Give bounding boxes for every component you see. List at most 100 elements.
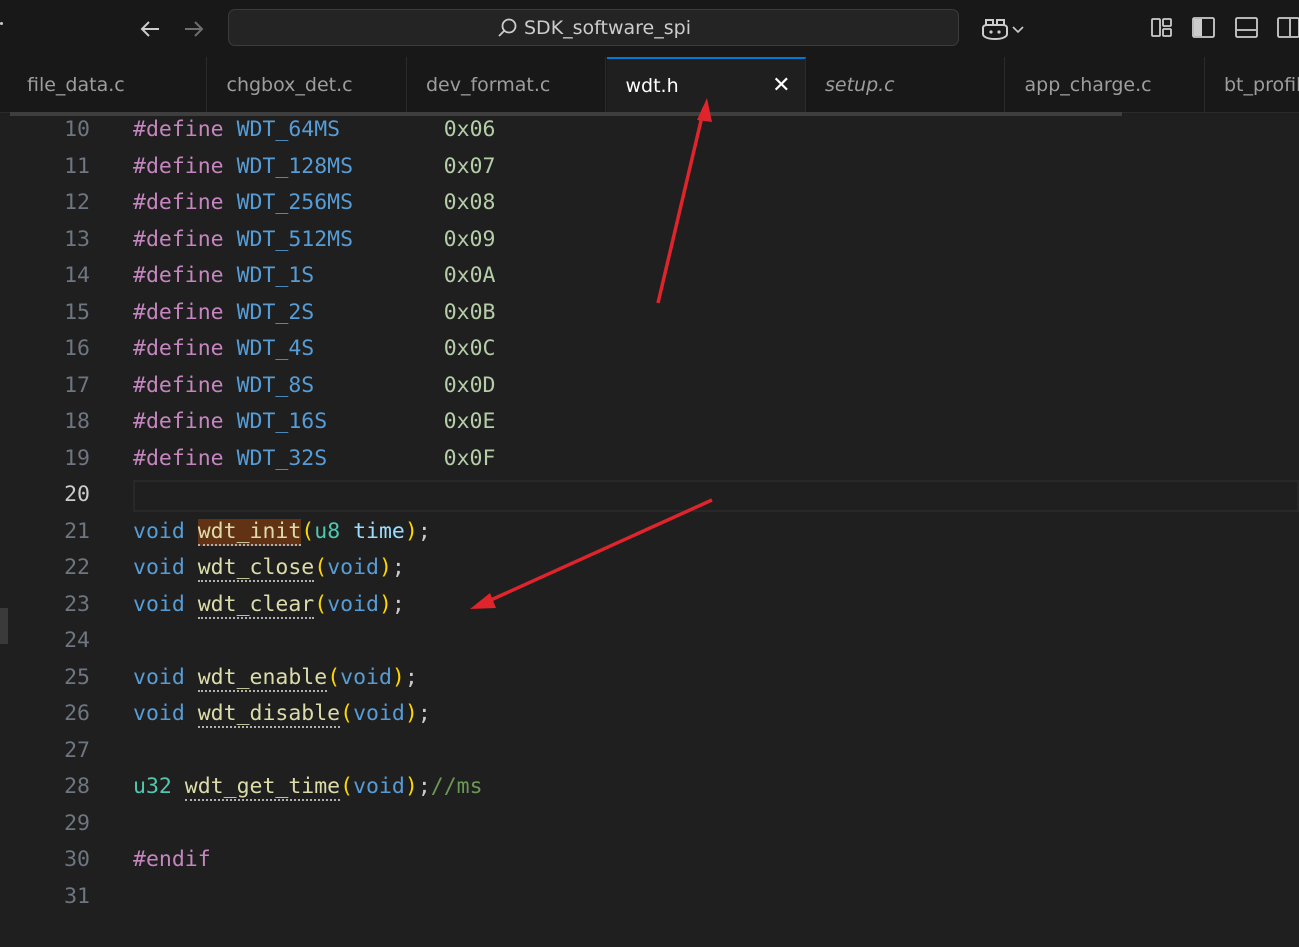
close-icon[interactable]: ✕ (772, 73, 790, 98)
command-center-search[interactable]: SDK_software_spi (228, 9, 959, 46)
code-line[interactable]: 18 #define WDT_16S 0x0E (10, 408, 1299, 444)
back-arrow-icon[interactable] (136, 14, 166, 44)
code-token: void (353, 774, 405, 799)
code-line[interactable]: 16 #define WDT_4S 0x0C (10, 335, 1299, 371)
code-line[interactable]: 10 #define WDT_64MS 0x06 (10, 116, 1299, 152)
menu-dot-icon[interactable] (0, 22, 3, 25)
code-token: ) (404, 774, 418, 799)
chevron-down-icon (1012, 26, 1024, 34)
tab-bt-profil[interactable]: bt_profil (1205, 57, 1299, 112)
code-line[interactable]: 20 (10, 481, 1299, 517)
line-number: 23 (64, 591, 90, 617)
line-number: 10 (64, 117, 90, 142)
code-line[interactable]: 22 void wdt_close(void); (10, 554, 1299, 590)
tab-wdt-h[interactable]: wdt.h ✕ (606, 57, 806, 112)
line-code: void wdt_disable(void); (133, 700, 431, 728)
tab-file-data-c[interactable]: file_data.c (8, 57, 207, 112)
code-token: void (133, 591, 185, 617)
line-code: #define WDT_2S 0x0B (133, 299, 495, 327)
tab-label: setup.c (825, 73, 895, 96)
line-number: 22 (64, 555, 90, 580)
code-token: void (133, 664, 185, 690)
code-line[interactable]: 31 (10, 883, 1299, 919)
code-line[interactable]: 25 void wdt_enable(void); (10, 664, 1299, 700)
code-line[interactable]: 24 (10, 627, 1299, 663)
code-token: void (133, 701, 185, 726)
code-token: WDT_512MS (236, 226, 354, 252)
line-code: #define WDT_512MS 0x09 (133, 226, 495, 254)
toggle-panel-icon[interactable] (1234, 15, 1260, 41)
code-token: time (353, 518, 405, 544)
search-icon (498, 18, 517, 37)
code-token: #define (133, 445, 224, 471)
code-line[interactable]: 19 #define WDT_32S 0x0F (10, 445, 1299, 481)
overview-marker (0, 608, 8, 644)
line-number: 27 (64, 737, 90, 763)
code-line[interactable]: 21 void wdt_init(u8 time); (10, 518, 1299, 554)
code-token: ; (417, 518, 431, 544)
code-line[interactable]: 15 #define WDT_2S 0x0B (10, 299, 1299, 335)
code-token: 0x0B (443, 299, 496, 325)
code-token: wdt_init (197, 518, 302, 546)
line-code: #endif (133, 846, 211, 874)
code-line[interactable]: 12 #define WDT_256MS 0x08 (10, 189, 1299, 225)
tab-dev-format-c[interactable]: dev_format.c (407, 57, 606, 112)
code-token: ; (391, 555, 405, 580)
line-code: #define WDT_1S 0x0A (133, 262, 495, 290)
code-line[interactable]: 26 void wdt_disable(void); (10, 700, 1299, 736)
code-line[interactable]: 23 void wdt_clear(void); (10, 591, 1299, 627)
tab-setup-c[interactable]: setup.c (806, 57, 1005, 112)
code-token: #define (133, 153, 224, 179)
code-token: ( (314, 555, 328, 580)
forward-arrow-icon[interactable] (178, 14, 208, 44)
code-line[interactable]: 11 #define WDT_128MS 0x07 (10, 153, 1299, 189)
code-editor[interactable]: 10 #define WDT_64MS 0x06 11 #define WDT_128… (10, 116, 1299, 947)
tab-label: dev_format.c (426, 73, 551, 96)
customize-layout-icon[interactable] (1149, 15, 1175, 41)
code-token: ) (404, 701, 418, 726)
toggle-secondary-sidebar-icon[interactable] (1276, 15, 1299, 41)
tab-app-charge-c[interactable]: app_charge.c (1006, 57, 1205, 112)
line-number: 21 (64, 518, 90, 544)
code-line[interactable]: 30 #endif (10, 846, 1299, 882)
tab-chgbox-det-c[interactable]: chgbox_det.c (208, 57, 407, 112)
code-token: WDT_256MS (236, 190, 354, 215)
line-code: #define WDT_32S 0x0F (133, 445, 495, 473)
code-line[interactable]: 14 #define WDT_1S 0x0A (10, 262, 1299, 298)
code-token: #define (133, 226, 224, 252)
line-code: #define WDT_16S 0x0E (133, 408, 495, 436)
copilot-button[interactable] (980, 14, 1026, 44)
code-token: u8 (314, 518, 341, 544)
line-code: u32 wdt_get_time(void);//ms (133, 773, 483, 801)
code-line[interactable]: 29 (10, 810, 1299, 846)
toggle-primary-sidebar-icon[interactable] (1191, 15, 1217, 41)
code-line[interactable]: 17 #define WDT_8S 0x0D (10, 372, 1299, 408)
code-line[interactable]: 28 u32 wdt_get_time(void);//ms (10, 773, 1299, 809)
tab-label: file_data.c (27, 73, 125, 96)
code-token: #endif (133, 847, 211, 872)
code-token: void (353, 701, 405, 726)
line-number: 17 (64, 372, 90, 398)
code-line[interactable]: 27 (10, 737, 1299, 773)
code-token: wdt_close (197, 555, 315, 582)
code-line[interactable]: 13 #define WDT_512MS 0x09 (10, 226, 1299, 262)
code-token: WDT_8S (236, 372, 315, 398)
code-token: ) (391, 664, 405, 690)
line-code: #define WDT_64MS 0x06 (133, 116, 495, 144)
line-code: void wdt_clear(void); (133, 591, 405, 619)
line-number: 25 (64, 664, 90, 690)
code-token: ) (378, 591, 392, 617)
code-token: wdt_get_time (184, 774, 341, 801)
